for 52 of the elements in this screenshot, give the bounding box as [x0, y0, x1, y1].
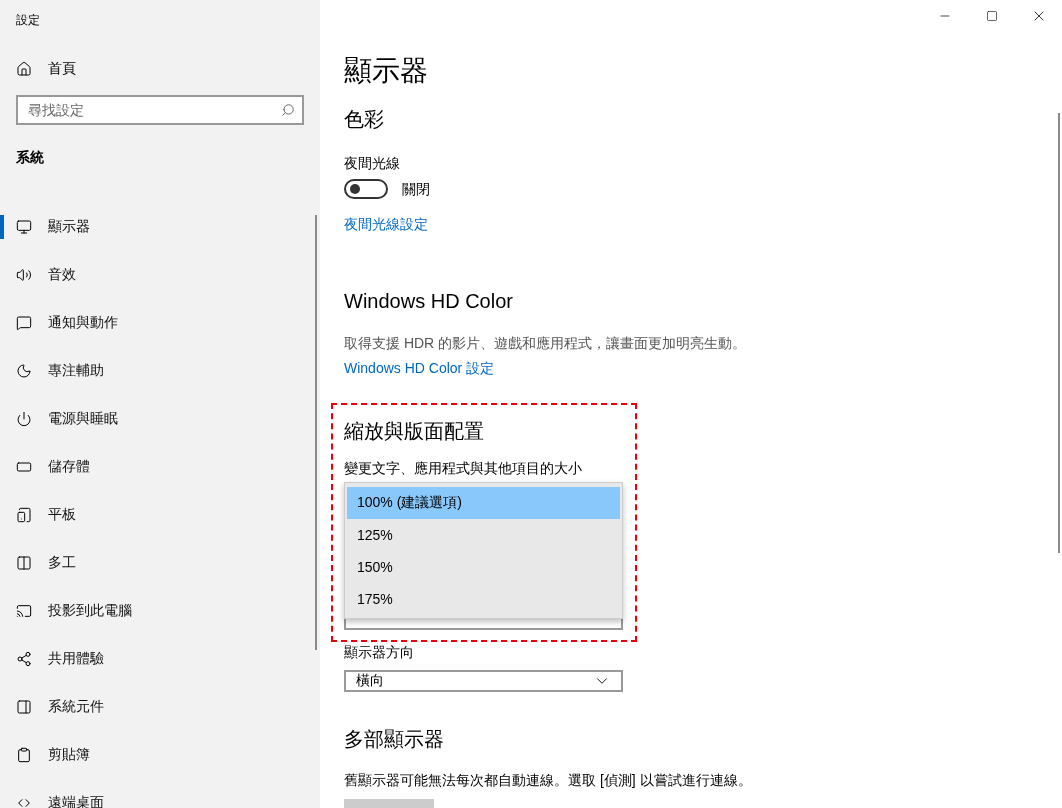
sidebar-item[interactable]: 平板	[16, 506, 76, 524]
section-heading: Windows HD Color	[344, 289, 513, 314]
sidebar-item[interactable]: 音效	[16, 266, 76, 284]
clipboard-icon	[16, 747, 32, 763]
home-icon	[16, 61, 32, 77]
tablet-icon	[16, 507, 32, 523]
section-heading: 系統	[16, 148, 44, 167]
setting-label: 夜間光線	[344, 154, 400, 173]
speaker-icon	[16, 267, 32, 283]
moon-icon	[16, 363, 32, 379]
maximize-icon[interactable]	[985, 10, 998, 22]
settings-link[interactable]: Windows HD Color 設定	[344, 358, 495, 378]
page-title: 顯示器	[344, 54, 428, 88]
sidebar-item[interactable]: 專注輔助	[16, 362, 104, 380]
setting-label: 變更文字、應用程式與其他項目的大小	[344, 459, 582, 478]
description-text: 取得支援 HDR 的影片、遊戲和應用程式，讓畫面更加明亮生動。	[344, 334, 747, 353]
panel-icon	[16, 699, 32, 715]
rectangle-icon	[16, 459, 32, 475]
sidebar-item[interactable]: 顯示器	[16, 218, 90, 236]
sidebar-item[interactable]: 剪貼簿	[16, 746, 90, 764]
cast-icon	[16, 603, 32, 619]
share-icon	[16, 651, 32, 667]
scrollbar[interactable]	[1058, 113, 1060, 553]
section-heading: 多部顯示器	[344, 727, 444, 752]
monitor-icon	[16, 219, 32, 235]
settings-link[interactable]: 夜間光線設定	[344, 214, 428, 234]
sidebar-item[interactable]: 系統元件	[16, 698, 104, 716]
sidebar-item[interactable]: 通知與動作	[16, 314, 118, 332]
sidebar-item[interactable]: 共用體驗	[16, 650, 104, 668]
orientation-dropdown[interactable]: 橫向	[344, 670, 623, 692]
description-text: 舊顯示器可能無法每次都自動連線。選取 [偵測] 以嘗試進行連線。	[344, 771, 752, 790]
columns-icon	[16, 555, 32, 571]
toggle-state: 關閉	[402, 180, 430, 199]
dropdown-option[interactable]: 100% (建議選項)	[347, 487, 620, 519]
sidebar-item[interactable]: 儲存體	[16, 458, 90, 476]
scrollbar[interactable]	[315, 215, 317, 650]
sidebar-item[interactable]: 多工	[16, 554, 76, 572]
search-icon	[281, 103, 295, 117]
window-title: 設定	[16, 12, 40, 29]
section-heading: 縮放與版面配置	[344, 419, 484, 444]
setting-label: 顯示器方向	[344, 643, 414, 662]
dropdown-option[interactable]: 150%	[347, 551, 620, 583]
search-field[interactable]: 尋找設定	[16, 95, 304, 125]
sidebar-item[interactable]: 電源與睡眠	[16, 410, 118, 428]
power-icon	[16, 411, 32, 427]
home-link[interactable]: 首頁	[16, 60, 76, 78]
message-icon	[16, 315, 32, 331]
dropdown-option[interactable]: 125%	[347, 519, 620, 551]
section-heading: 色彩	[344, 107, 384, 132]
sidebar-item[interactable]: 投影到此電腦	[16, 602, 132, 620]
dropdown-option[interactable]: 175%	[347, 583, 620, 615]
toggle-switch[interactable]	[344, 179, 388, 199]
